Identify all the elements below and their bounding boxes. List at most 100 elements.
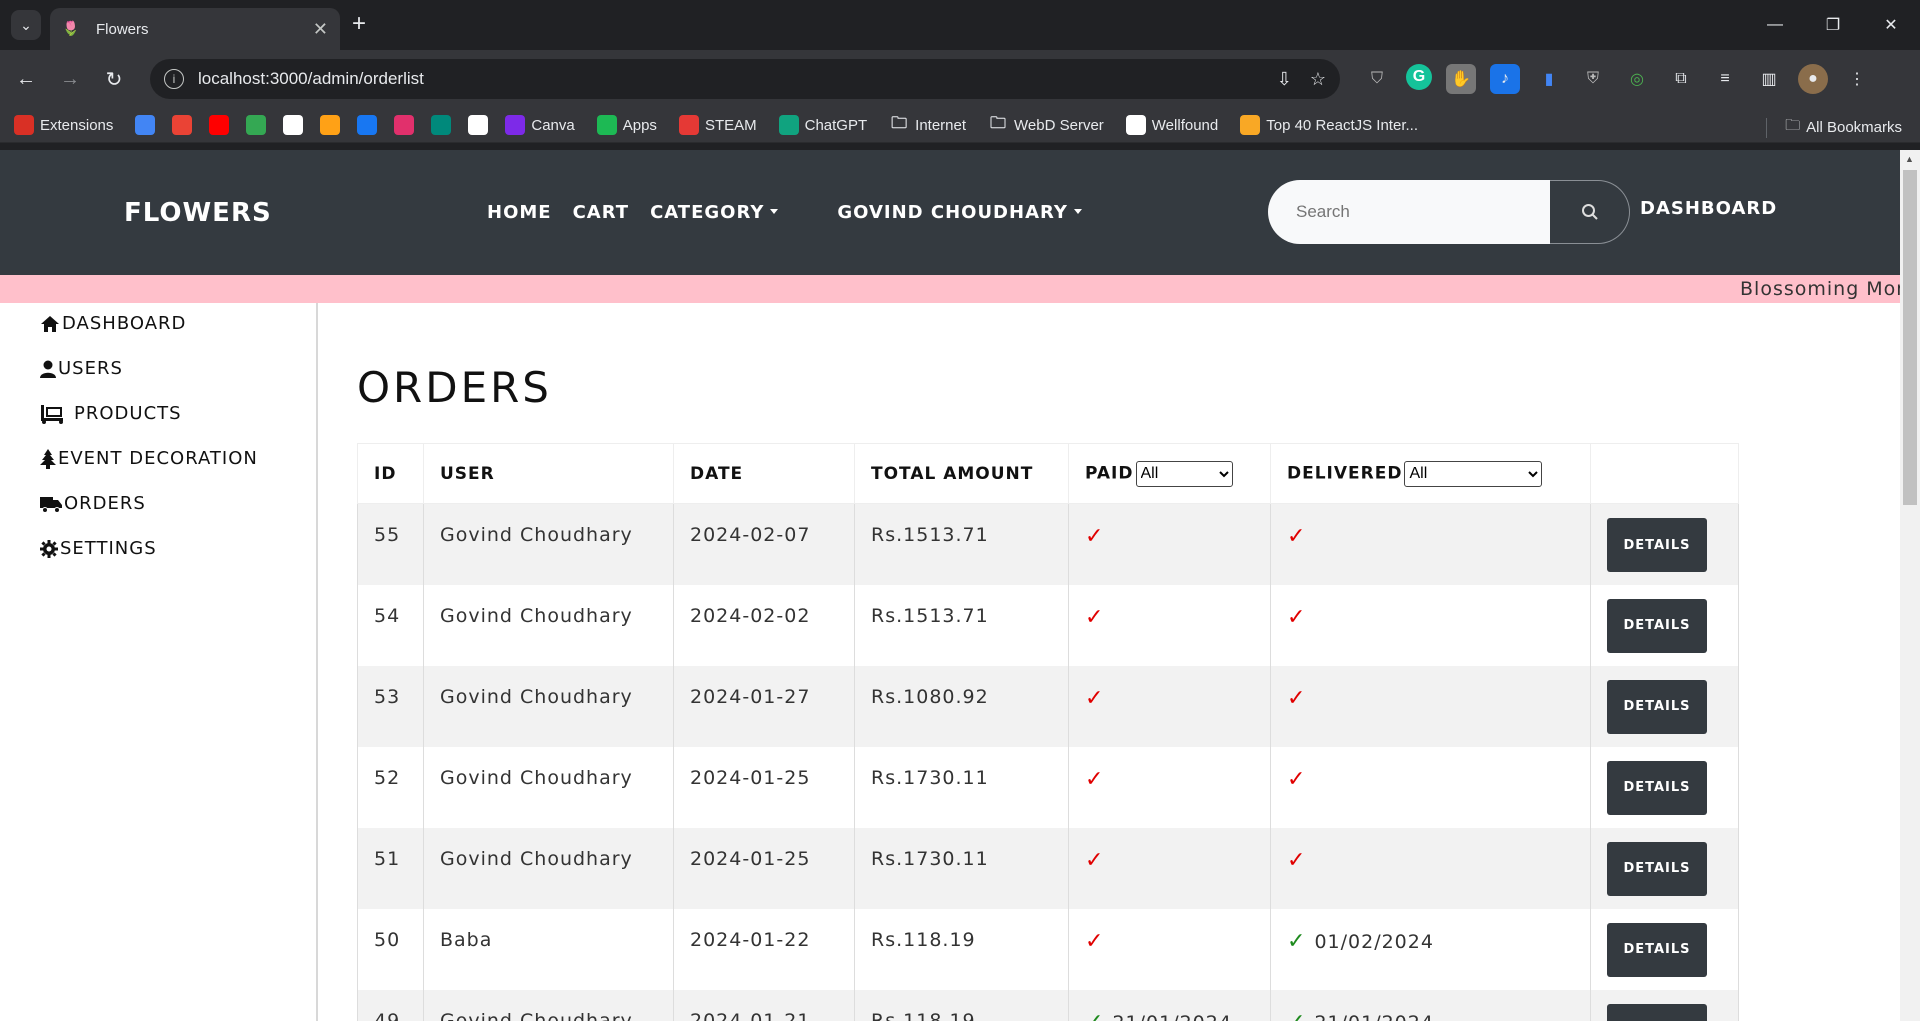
products-label: PRODUCTS <box>74 403 182 424</box>
bookmark-item[interactable]: Apps <box>596 115 657 135</box>
scroll-up-icon[interactable]: ▲ <box>1905 154 1914 164</box>
bookmark-item[interactable] <box>468 115 489 135</box>
delivered-filter-select[interactable]: All <box>1404 460 1543 487</box>
ublock-icon[interactable]: ⛨ <box>1578 64 1608 94</box>
paid-filter-select[interactable]: All <box>1135 460 1233 487</box>
url-text[interactable]: localhost:3000/admin/orderlist <box>198 69 1259 89</box>
bookmark-item[interactable] <box>357 115 378 135</box>
details-button[interactable]: DETAILS <box>1607 598 1707 653</box>
bookmark-item[interactable]: Extensions <box>14 115 113 135</box>
install-app-icon[interactable]: ⇩ <box>1277 69 1292 90</box>
search-button[interactable] <box>1550 180 1630 244</box>
bookmark-item[interactable] <box>283 115 304 135</box>
order-paid: ✓ <box>1068 665 1271 747</box>
forward-icon[interactable]: → <box>52 61 88 97</box>
facebook-icon <box>357 115 378 135</box>
bookmark-item[interactable]: 🗀 WebD Server <box>988 115 1104 135</box>
bookmark-item[interactable]: Top 40 ReactJS Inter... <box>1240 115 1418 135</box>
side-panel-icon[interactable]: ▥ <box>1754 64 1784 94</box>
order-delivered: ✓ <box>1270 503 1591 585</box>
sidebar-item-event-decoration[interactable]: EVENT DECORATION <box>40 448 258 469</box>
chatgpt-icon <box>778 115 799 135</box>
bookmark-item[interactable]: ChatGPT <box>778 115 867 135</box>
details-button[interactable]: DETAILS <box>1607 518 1707 572</box>
order-user: Govind Choudhary <box>423 746 674 828</box>
bookmark-item[interactable] <box>135 115 156 135</box>
bookmark-item[interactable] <box>394 115 415 135</box>
details-button[interactable]: DETAILS <box>1607 922 1707 977</box>
order-date: 2024-01-25 <box>673 746 855 828</box>
order-total: Rs.118.19 <box>854 908 1069 990</box>
page-scrollbar[interactable]: ▲ <box>1900 150 1920 1021</box>
details-button[interactable]: DETAILS <box>1607 760 1707 815</box>
bookmark-item[interactable]: Wellfound <box>1125 115 1219 135</box>
sidebar-item-users[interactable]: USERS <box>40 358 123 379</box>
sidebar-item-products[interactable]: PRODUCTS <box>40 403 196 424</box>
col-user: USER <box>423 443 674 504</box>
all-bookmarks[interactable]: 🗀 All Bookmarks <box>1766 115 1902 140</box>
audio-extension-icon[interactable]: ♪ <box>1490 64 1520 94</box>
grammarly-icon[interactable]: G <box>1406 64 1432 90</box>
order-date: 2024-01-22 <box>673 908 855 990</box>
scrollbar-thumb[interactable] <box>1903 170 1917 505</box>
new-tab-icon[interactable]: + <box>352 10 366 38</box>
details-button[interactable]: DETAILS <box>1607 679 1707 734</box>
site-info-icon[interactable]: i <box>164 69 184 89</box>
bookmark-star-icon[interactable]: ☆ <box>1310 69 1326 90</box>
sidebar-item-label: ORDERS <box>64 493 146 514</box>
order-delivered-date: 21/01/2024 <box>1314 1012 1434 1021</box>
order-user: Govind Choudhary <box>423 584 674 666</box>
restore-icon[interactable]: ❐ <box>1804 0 1862 50</box>
browser-menu-icon[interactable]: ⋮ <box>1842 64 1872 94</box>
nav-user-label: GOVIND CHOUDHARY <box>837 202 1068 223</box>
extensions-puzzle-icon[interactable]: ⧉ <box>1666 64 1696 94</box>
address-bar[interactable]: i localhost:3000/admin/orderlist ⇩ ☆ <box>150 59 1340 99</box>
bookmark-label: Extensions <box>40 116 114 134</box>
sidebar-item-dashboard[interactable]: DASHBOARD <box>40 313 186 334</box>
details-button[interactable]: DETAILS <box>1607 841 1707 896</box>
hand-extension-icon[interactable]: ✋ <box>1446 64 1476 94</box>
nav-category-label: CATEGORY <box>650 202 765 223</box>
bookmark-item[interactable]: Canva <box>505 115 575 135</box>
sidebar-item-orders[interactable]: ORDERS <box>40 493 146 514</box>
media-controls-icon[interactable]: ≡ <box>1710 64 1740 94</box>
order-delivered: ✓ <box>1270 665 1591 747</box>
nav-cart[interactable]: CART <box>573 202 629 223</box>
brand-logo[interactable]: FLOWERS <box>124 198 272 228</box>
bookmark-item[interactable] <box>246 115 267 135</box>
back-icon[interactable]: ← <box>8 61 44 97</box>
nav-category-dropdown[interactable]: CATEGORY <box>650 202 778 223</box>
browser-tab[interactable]: 🌷 Flowers ✕ <box>50 8 340 50</box>
shield-extension-icon[interactable]: ⛉ <box>1362 64 1392 94</box>
order-id: 52 <box>357 746 424 828</box>
extensions-icon <box>14 115 34 135</box>
search-input[interactable] <box>1268 180 1550 244</box>
bookmark-item[interactable]: STEAM <box>678 115 757 135</box>
check-red-icon: ✓ <box>1085 928 1105 954</box>
bookmark-item[interactable] <box>320 115 341 135</box>
flowers-favicon-icon: 🌷 <box>62 20 80 36</box>
nav-dashboard[interactable]: DASHBOARD <box>1640 198 1777 219</box>
window-close-icon[interactable]: ✕ <box>1862 0 1920 50</box>
bookmark-item[interactable] <box>209 115 230 135</box>
tab-search-dropdown-icon[interactable]: ⌄ <box>11 10 41 40</box>
bookmark-item[interactable] <box>431 115 452 135</box>
reload-icon[interactable]: ↻ <box>96 61 132 97</box>
gmail-icon <box>172 115 193 135</box>
bookmark-item[interactable]: 🗀 Internet <box>889 115 966 135</box>
nav-user-dropdown[interactable]: GOVIND CHOUDHARY <box>837 202 1082 223</box>
bookmark-item[interactable] <box>172 115 193 135</box>
details-button[interactable]: DETAILS <box>1607 1003 1707 1021</box>
docs-extension-icon[interactable]: ▮ <box>1534 64 1564 94</box>
circle-extension-icon[interactable]: ◎ <box>1622 64 1652 94</box>
table-row: 50 Baba 2024-01-22 Rs.118.19 ✓ ✓ 01/02/2024 DET… <box>357 908 1739 990</box>
order-total: Rs.118.19 <box>854 989 1069 1021</box>
nav-home[interactable]: HOME <box>487 202 552 223</box>
sidebar-item-settings[interactable]: SETTINGS <box>40 538 157 559</box>
profile-avatar-icon[interactable]: ● <box>1798 64 1828 94</box>
tab-close-icon[interactable]: ✕ <box>313 19 328 40</box>
bookmark-label: Wellfound <box>1151 116 1219 134</box>
order-id: 54 <box>357 584 424 666</box>
minimize-icon[interactable]: — <box>1746 0 1804 50</box>
table-row: 51 Govind Choudhary 2024-01-25 Rs.1730.11 ✓ ✓… <box>357 827 1739 909</box>
